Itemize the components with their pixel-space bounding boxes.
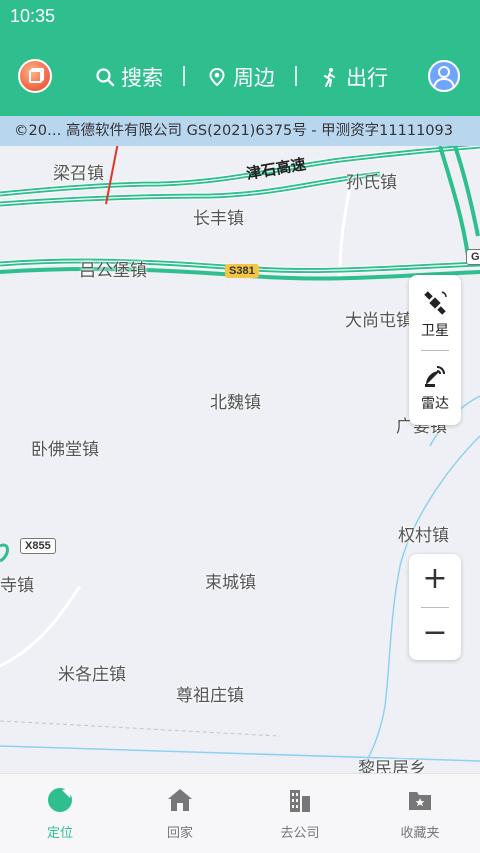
- tab-locate-label: 定位: [46, 826, 73, 841]
- nearby-label: 周边: [233, 66, 275, 90]
- status-time: 10:35: [10, 6, 56, 26]
- user-icon: [433, 66, 455, 89]
- location-pin-icon: [209, 67, 225, 87]
- travel-button[interactable]: 出行: [320, 62, 388, 92]
- place-label[interactable]: 寺镇: [0, 571, 34, 596]
- tab-locate[interactable]: 定位: [0, 786, 120, 846]
- tab-home[interactable]: 回家: [120, 786, 240, 846]
- map-copyright: ©20… 高德软件有限公司 GS(2021)6375号 - 甲测资字111110…: [0, 116, 480, 146]
- user-avatar[interactable]: [428, 60, 460, 92]
- map-view[interactable]: 津石高速 S381 X855 G 梁召镇 孙氏镇 长丰镇 吕公堡镇 大尚屯镇 北…: [0, 146, 480, 773]
- nearby-button[interactable]: 周边: [207, 62, 275, 92]
- top-nav: 搜索 周边 出行: [0, 40, 480, 116]
- satellite-label: 卫星: [421, 323, 449, 339]
- tab-favorites[interactable]: 收藏夹: [360, 786, 480, 846]
- layer-divider: [421, 350, 449, 351]
- place-label[interactable]: 权村镇: [398, 521, 449, 546]
- walking-person-icon: [324, 68, 335, 87]
- place-label[interactable]: 梁召镇: [53, 159, 104, 184]
- menu-button[interactable]: [18, 59, 52, 93]
- bottom-tab-bar: 定位 回家 去公司 收藏夹: [0, 773, 480, 853]
- place-label[interactable]: 尊祖庄镇: [176, 681, 244, 706]
- place-label[interactable]: 吕公堡镇: [79, 256, 147, 281]
- home-icon: [168, 789, 192, 811]
- place-label[interactable]: 长丰镇: [193, 204, 244, 229]
- road-sign-s381: S381: [225, 264, 259, 278]
- place-label[interactable]: 束城镇: [205, 568, 256, 593]
- place-label[interactable]: 黎民居乡: [358, 754, 426, 773]
- search-label: 搜索: [121, 66, 163, 90]
- zoom-panel: + −: [409, 554, 461, 660]
- satellite-icon: [424, 291, 447, 315]
- travel-label: 出行: [346, 66, 388, 90]
- place-label[interactable]: 北魏镇: [210, 388, 261, 413]
- place-label[interactable]: 孙氏镇: [346, 168, 397, 193]
- road-sign-g: G: [466, 249, 480, 265]
- radar-button[interactable]: 雷达: [409, 353, 461, 423]
- building-icon: [290, 790, 310, 812]
- place-label[interactable]: 大尚屯镇: [345, 306, 413, 331]
- search-icon: [96, 68, 115, 87]
- nav-separator: [295, 66, 297, 86]
- tab-favorites-label: 收藏夹: [400, 826, 440, 841]
- zoom-out-button[interactable]: −: [409, 608, 461, 660]
- road-sign-x855: X855: [20, 538, 56, 554]
- place-label[interactable]: 卧佛堂镇: [31, 435, 99, 460]
- satellite-button[interactable]: 卫星: [409, 280, 461, 350]
- tab-work[interactable]: 去公司: [240, 786, 360, 846]
- layer-panel: 卫星 雷达: [409, 275, 461, 425]
- search-button[interactable]: 搜索: [95, 62, 163, 92]
- favorites-folder-icon: [409, 792, 431, 810]
- zoom-in-button[interactable]: +: [409, 554, 461, 606]
- status-bar: 10:35: [0, 0, 480, 40]
- place-label[interactable]: 米各庄镇: [58, 660, 126, 685]
- radar-label: 雷达: [421, 396, 449, 412]
- locate-icon: [48, 788, 72, 812]
- tab-work-label: 去公司: [280, 826, 320, 841]
- tab-home-label: 回家: [166, 826, 193, 841]
- radar-icon: [425, 366, 445, 387]
- nav-separator: [183, 66, 185, 86]
